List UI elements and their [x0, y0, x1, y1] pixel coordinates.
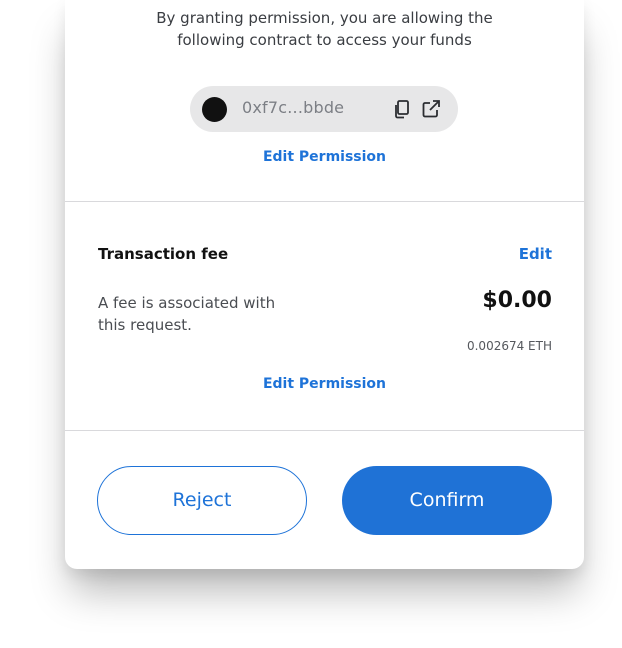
edit-permission-link-bottom[interactable]: Edit Permission	[65, 376, 584, 392]
confirm-button[interactable]: Confirm	[342, 466, 552, 535]
fee-description-line-2: this request.	[98, 316, 192, 334]
intro-line-1: By granting permission, you are allowing…	[156, 9, 493, 27]
fee-edit-link[interactable]: Edit	[519, 245, 552, 263]
intro-line-2: following contract to access your funds	[177, 31, 472, 49]
permission-intro-text: By granting permission, you are allowing…	[65, 7, 584, 51]
permission-card: By granting permission, you are allowing…	[65, 0, 584, 569]
contract-address-pill: 0xf7c...bbde	[190, 86, 458, 132]
contract-address: 0xf7c...bbde	[242, 98, 345, 117]
external-link-icon[interactable]	[420, 98, 442, 120]
transaction-fee-title: Transaction fee	[98, 245, 229, 263]
divider-top	[65, 201, 584, 202]
divider-bottom	[65, 430, 584, 431]
edit-permission-link-top[interactable]: Edit Permission	[65, 149, 584, 165]
reject-button[interactable]: Reject	[97, 466, 307, 535]
fee-amount-eth: 0.002674 ETH	[466, 339, 552, 353]
stage: By granting permission, you are allowing…	[0, 0, 622, 648]
fee-description: A fee is associated with this request.	[98, 292, 348, 336]
fee-amount-usd: $0.00	[482, 288, 552, 313]
contract-avatar	[202, 97, 227, 122]
copy-icon[interactable]	[391, 98, 413, 120]
fee-description-line-1: A fee is associated with	[98, 294, 276, 312]
